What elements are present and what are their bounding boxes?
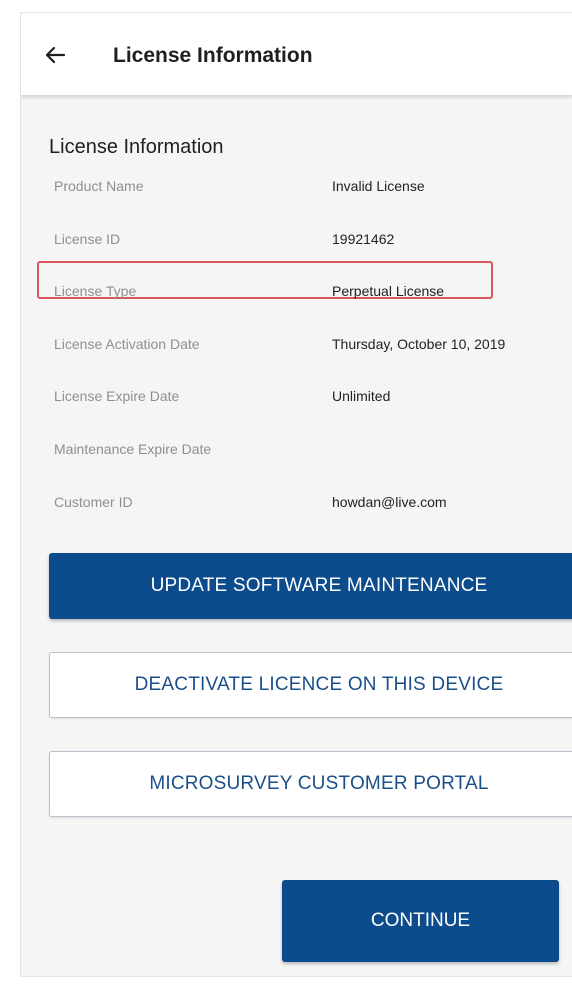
app-bar: License Information	[21, 13, 572, 95]
app-screen: License Information License Information …	[20, 12, 572, 977]
deactivate-license-button[interactable]: DEACTIVATE LICENCE ON THIS DEVICE	[49, 652, 572, 718]
license-id-value: 19921462	[332, 231, 395, 247]
activation-date-label: License Activation Date	[54, 336, 200, 352]
back-arrow-icon[interactable]	[43, 43, 67, 67]
customer-portal-button[interactable]: MICROSURVEY CUSTOMER PORTAL	[49, 751, 572, 817]
license-id-row: License ID 19921462	[21, 231, 572, 255]
activation-date-row: License Activation Date Thursday, Octobe…	[21, 336, 572, 360]
license-id-label: License ID	[54, 231, 121, 247]
expire-date-value: Unlimited	[332, 388, 391, 404]
customer-id-value: howdan@live.com	[332, 494, 447, 510]
customer-id-label: Customer ID	[54, 494, 133, 510]
license-type-label: License Type	[54, 283, 137, 299]
section-title: License Information	[49, 136, 224, 158]
update-maintenance-button[interactable]: UPDATE SOFTWARE MAINTENANCE	[49, 553, 572, 619]
product-name-value: Invalid License	[332, 178, 425, 194]
license-type-row: License Type Perpetual License	[21, 283, 572, 307]
expire-date-row: License Expire Date Unlimited	[21, 388, 572, 412]
customer-id-row: Customer ID howdan@live.com	[21, 494, 572, 518]
page-title: License Information	[113, 44, 313, 67]
license-type-value: Perpetual License	[332, 283, 445, 299]
expire-date-label: License Expire Date	[54, 388, 180, 404]
maintenance-expire-date-row: Maintenance Expire Date	[21, 441, 572, 465]
continue-button[interactable]: CONTINUE	[282, 880, 559, 962]
product-name-row: Product Name Invalid License	[21, 178, 572, 202]
maintenance-expire-date-label: Maintenance Expire Date	[54, 441, 212, 457]
product-name-label: Product Name	[54, 178, 144, 194]
activation-date-value: Thursday, October 10, 2019	[332, 336, 506, 352]
